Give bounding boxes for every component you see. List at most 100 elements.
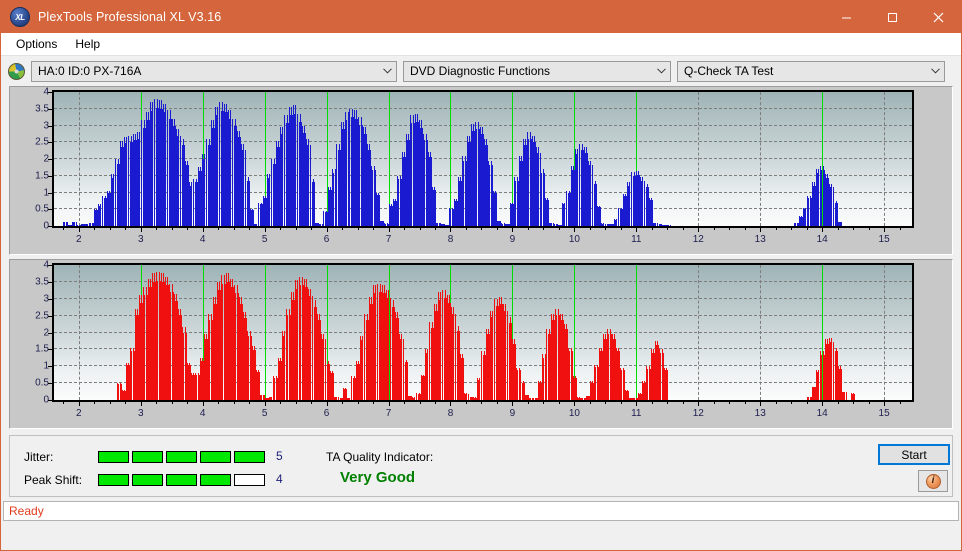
- x-tick-label: 2: [75, 234, 82, 245]
- grid-line-h: [54, 124, 912, 126]
- x-minor-tick: [775, 228, 777, 230]
- y-tick: [48, 108, 52, 110]
- data-bar: [314, 182, 315, 226]
- x-minor-tick: [868, 402, 870, 404]
- y-tick: [48, 175, 52, 177]
- x-tick: [574, 228, 576, 232]
- x-tick: [698, 402, 700, 406]
- x-tick: [760, 228, 762, 232]
- x-minor-tick: [589, 402, 591, 404]
- x-tick-label: 15: [878, 408, 890, 419]
- x-minor-tick: [791, 228, 793, 230]
- peak-shift-value: 4: [276, 472, 283, 486]
- x-minor-tick: [667, 228, 669, 230]
- x-minor-tick: [620, 402, 622, 404]
- info-button[interactable]: i: [918, 470, 948, 492]
- x-minor-tick: [249, 228, 251, 230]
- menu-item-options[interactable]: Options: [7, 35, 66, 53]
- x-minor-tick: [125, 228, 127, 230]
- window-title: PlexTools Professional XL V3.16: [38, 10, 222, 24]
- x-minor-tick: [171, 228, 173, 230]
- x-tick: [326, 402, 328, 406]
- start-button[interactable]: Start: [878, 444, 950, 465]
- x-tick-label: 3: [137, 408, 144, 419]
- x-tick: [450, 402, 452, 406]
- x-tick-label: 8: [447, 408, 454, 419]
- x-minor-tick: [729, 228, 731, 230]
- x-tick: [698, 228, 700, 232]
- minimize-icon[interactable]: [823, 1, 869, 33]
- x-tick: [450, 228, 452, 232]
- meter-segment: [98, 451, 129, 463]
- window-controls: [823, 1, 961, 33]
- x-tick-label: 4: [199, 234, 206, 245]
- x-minor-tick: [651, 402, 653, 404]
- grid-line-h: [54, 314, 912, 316]
- y-tick: [48, 125, 52, 127]
- jitter-value: 5: [276, 449, 283, 463]
- x-minor-tick: [218, 402, 220, 404]
- ta-quality-value: Very Good: [340, 469, 416, 486]
- function-select[interactable]: DVD Diagnostic Functions: [403, 60, 671, 82]
- x-tick-label: 2: [75, 408, 82, 419]
- y-tick: [48, 192, 52, 194]
- x-minor-tick: [419, 402, 421, 404]
- x-tick: [264, 228, 266, 232]
- x-tick-label: 14: [816, 408, 828, 419]
- grid-line-v: [78, 265, 80, 400]
- test-select[interactable]: Q-Check TA Test: [677, 60, 945, 82]
- title-bar: XL PlexTools Professional XL V3.16: [1, 1, 961, 33]
- x-minor-tick: [218, 228, 220, 230]
- x-minor-tick: [481, 228, 483, 230]
- x-minor-tick: [744, 228, 746, 230]
- device-select[interactable]: HA:0 ID:0 PX-716A: [31, 60, 397, 82]
- peak-shift-meter: [98, 474, 265, 486]
- x-minor-tick: [899, 402, 901, 404]
- x-tick: [822, 228, 824, 232]
- x-tick-label: 11: [631, 408, 642, 419]
- x-minor-tick: [806, 402, 808, 404]
- grid-line-h: [54, 107, 912, 109]
- x-minor-tick: [342, 228, 344, 230]
- x-minor-tick: [853, 228, 855, 230]
- data-bar: [435, 190, 437, 226]
- y-tick: [48, 332, 52, 334]
- x-minor-tick: [853, 402, 855, 404]
- menu-bar: Options Help: [1, 33, 961, 56]
- x-minor-tick: [404, 402, 405, 404]
- data-bar: [841, 222, 843, 226]
- test-select-value: Q-Check TA Test: [684, 64, 774, 78]
- data-bar: [669, 225, 671, 226]
- x-minor-tick: [280, 402, 282, 404]
- grid-line-v: [698, 265, 700, 400]
- grid-line-v: [760, 265, 762, 400]
- data-bar: [406, 362, 408, 400]
- x-minor-tick: [558, 402, 560, 404]
- sector-marker: [636, 265, 638, 400]
- x-minor-tick: [589, 228, 591, 230]
- status-text: Ready: [9, 504, 44, 518]
- chevron-down-icon: [927, 62, 944, 81]
- maximize-icon[interactable]: [869, 1, 915, 33]
- x-tick-label: 10: [568, 234, 580, 245]
- data-bar: [854, 393, 856, 400]
- y-tick-label: 2.5: [35, 310, 49, 322]
- x-tick-label: 7: [385, 408, 392, 419]
- x-tick: [264, 402, 266, 406]
- x-tick-label: 3: [137, 234, 144, 245]
- x-minor-tick: [806, 228, 808, 230]
- selector-row: HA:0 ID:0 PX-716A DVD Diagnostic Functio…: [1, 56, 961, 86]
- grid-line-v: [884, 92, 886, 226]
- x-tick: [388, 402, 390, 406]
- menu-item-help[interactable]: Help: [66, 35, 109, 53]
- disc-icon: [8, 62, 25, 80]
- x-minor-tick: [373, 402, 375, 404]
- x-minor-tick: [373, 228, 375, 230]
- x-minor-tick: [434, 228, 436, 230]
- y-tick: [48, 265, 52, 266]
- x-minor-tick: [295, 228, 297, 230]
- x-minor-tick: [605, 402, 607, 404]
- y-tick: [48, 400, 52, 401]
- close-icon[interactable]: [915, 1, 961, 33]
- x-minor-tick: [713, 402, 715, 404]
